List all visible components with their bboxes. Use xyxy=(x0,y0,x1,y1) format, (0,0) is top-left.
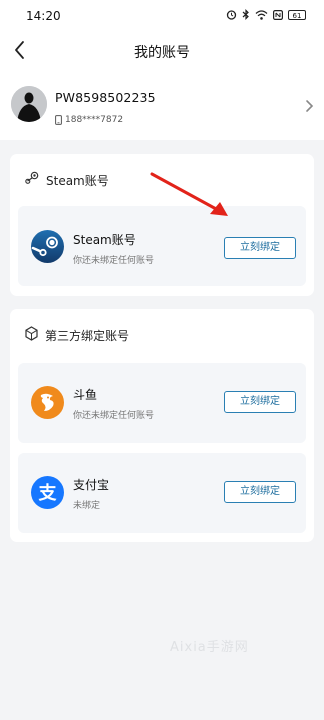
phone-row: 188****7872 xyxy=(55,110,123,129)
hexagon-icon xyxy=(24,326,39,345)
third-party-section-header: 第三方绑定账号 xyxy=(24,326,129,345)
watermark: Aixia手游网 xyxy=(170,640,249,655)
alarm-icon xyxy=(226,9,237,20)
third-party-section: 第三方绑定账号 斗鱼 你还未绑定任何账号 立刻绑定 支 支付宝 未绑定 立刻绑定 xyxy=(10,309,314,542)
red-arrow-annotation-icon xyxy=(148,170,238,226)
douyu-bind-button[interactable]: 立刻绑定 xyxy=(224,391,296,413)
steam-outline-icon xyxy=(24,170,40,190)
steam-section-title: Steam账号 xyxy=(46,173,109,188)
status-icons: 61 xyxy=(226,9,306,20)
nfc-icon xyxy=(273,9,283,20)
steam-account-name: Steam账号 xyxy=(73,233,136,247)
profile-row[interactable]: PW8598502235 188****7872 xyxy=(0,72,324,140)
third-party-section-title: 第三方绑定账号 xyxy=(45,329,130,343)
steam-account-status: 你还未绑定任何账号 xyxy=(73,256,155,266)
alipay-account-name: 支付宝 xyxy=(73,478,110,492)
username: PW8598502235 xyxy=(55,90,156,105)
chevron-right-icon[interactable] xyxy=(305,98,314,117)
steam-bind-button[interactable]: 立刻绑定 xyxy=(224,237,296,259)
douyu-account-name: 斗鱼 xyxy=(73,388,98,402)
battery-icon: 61 xyxy=(288,9,306,20)
phone-number: 188****7872 xyxy=(65,114,124,125)
douyu-account-status: 你还未绑定任何账号 xyxy=(73,411,155,421)
nav-bar: 我的账号 xyxy=(0,32,324,72)
avatar xyxy=(11,86,47,122)
page-title: 我的账号 xyxy=(134,45,190,61)
phone-icon xyxy=(55,110,62,129)
status-bar: 14:20 61 xyxy=(0,0,324,32)
douyu-account-card: 斗鱼 你还未绑定任何账号 立刻绑定 xyxy=(18,363,306,443)
svg-text:支: 支 xyxy=(38,482,58,504)
alipay-logo-icon: 支 xyxy=(31,476,64,509)
alipay-account-card: 支 支付宝 未绑定 立刻绑定 xyxy=(18,453,306,533)
status-time: 14:20 xyxy=(26,9,61,23)
steam-section-header: Steam账号 xyxy=(24,170,109,190)
wifi-icon xyxy=(255,9,268,20)
steam-logo-icon xyxy=(31,230,64,263)
alipay-bind-button[interactable]: 立刻绑定 xyxy=(224,481,296,503)
douyu-logo-icon xyxy=(31,386,64,419)
alipay-account-status: 未绑定 xyxy=(73,501,101,511)
bluetooth-icon xyxy=(242,9,250,20)
